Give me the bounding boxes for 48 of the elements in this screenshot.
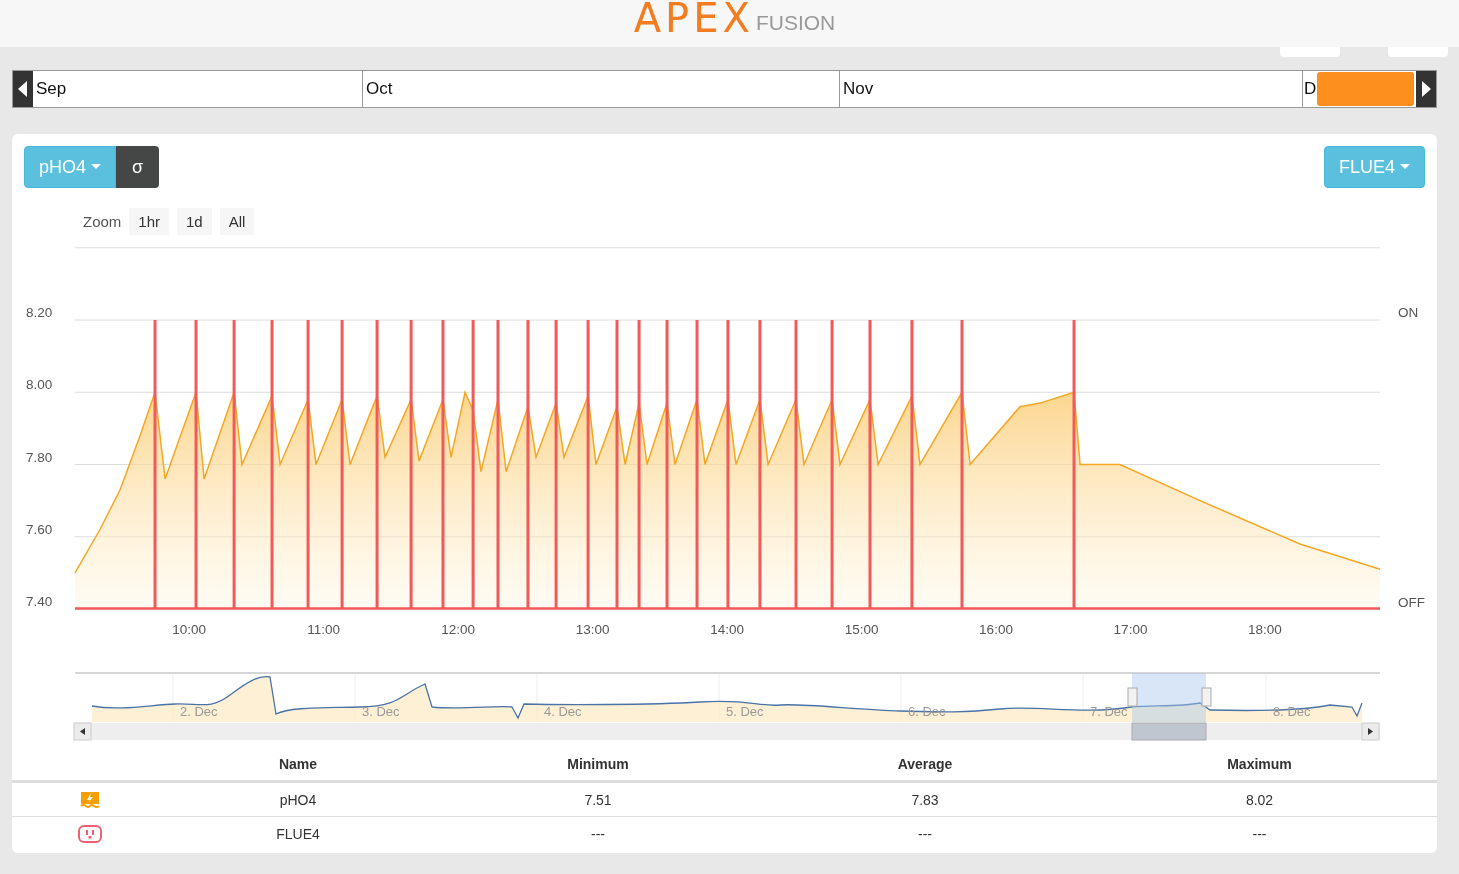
axis-label: 12:00 — [441, 622, 475, 637]
drag-handle[interactable] — [1127, 687, 1138, 707]
scroll-right-button[interactable] — [1361, 722, 1380, 741]
zoom-button[interactable]: 1d — [177, 208, 212, 235]
axis-label: 8.20 — [26, 305, 53, 320]
logo: APEX FUSION — [633, 0, 836, 36]
column-header: Maximum — [1226, 756, 1293, 772]
caret-icon — [1400, 164, 1410, 170]
column-header: Name — [277, 756, 319, 772]
lightning-icon — [80, 790, 100, 809]
date-label: 4. Dec — [544, 704, 582, 719]
axis-label: OFF — [1398, 595, 1425, 610]
zoom-button[interactable]: 1hr — [129, 208, 170, 235]
axis-label: 7.40 — [26, 594, 53, 609]
sigma-button[interactable]: σ — [116, 146, 160, 188]
scrollbar-thumb[interactable] — [1131, 722, 1207, 741]
drag-handle[interactable] — [1201, 687, 1212, 707]
axis-label: 15:00 — [844, 622, 879, 637]
date-label: 3. Dec — [362, 704, 400, 719]
axis-label: 11:00 — [307, 622, 340, 637]
table-cell-text: 7.51 — [583, 791, 613, 808]
axis-label: 16:00 — [979, 622, 1013, 637]
table-cell-text: --- — [917, 825, 933, 842]
scroll-left-button[interactable] — [73, 722, 92, 741]
outlet-icon — [78, 824, 102, 843]
zoom-label: Zoom — [83, 213, 122, 230]
zoom-button[interactable]: All — [219, 208, 255, 235]
axis-label: 17:00 — [1113, 622, 1148, 637]
navigator-selection[interactable] — [1132, 673, 1206, 722]
axis-label: 7.60 — [26, 521, 53, 537]
table-cell-text: FLUE4 — [275, 825, 321, 842]
column-header: Average — [896, 756, 954, 772]
date-label: 2. Dec — [180, 704, 218, 719]
date-label: 5. Dec — [726, 704, 764, 719]
axis-label: 14:00 — [710, 622, 744, 637]
column-header: Minimum — [566, 756, 630, 772]
table-cell-text: pHO4 — [278, 791, 318, 808]
table-cell-text: --- — [590, 825, 606, 842]
axis-label: 8.00 — [26, 377, 53, 393]
table-cell-text: --- — [1251, 825, 1268, 842]
table-cell-text: 8.02 — [1244, 791, 1275, 808]
axis-label: 13:00 — [575, 622, 610, 637]
table-cell-text: 7.83 — [910, 791, 940, 808]
axis-label: 18:00 — [1248, 622, 1282, 637]
axis-label: ON — [1398, 305, 1419, 320]
axis-label: 10:00 — [172, 622, 206, 637]
axis-label: 7.80 — [26, 449, 53, 465]
caret-icon — [91, 164, 102, 170]
